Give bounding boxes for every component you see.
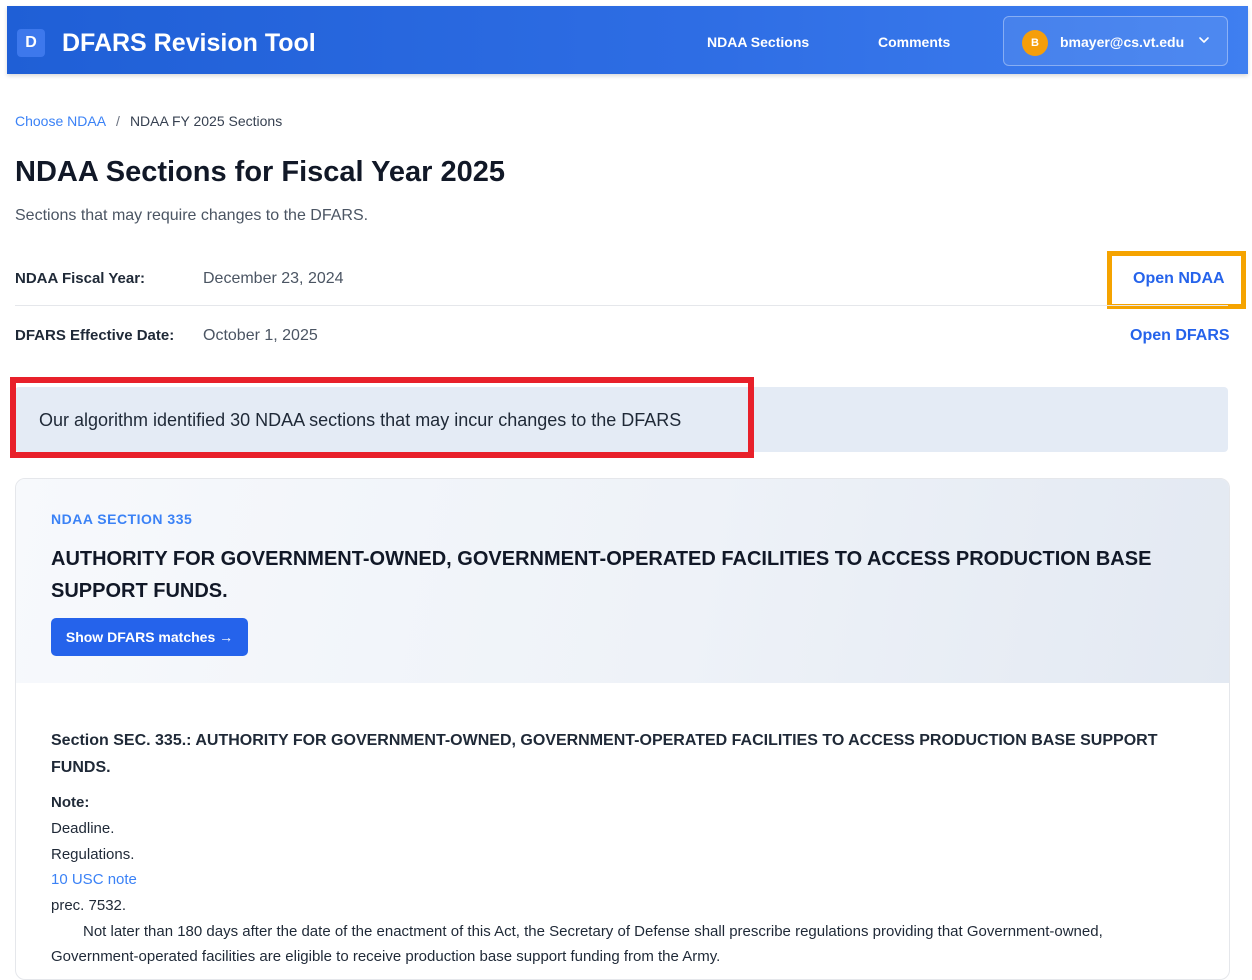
app-logo: D — [17, 29, 45, 57]
breadcrumb-current: NDAA FY 2025 Sections — [129, 113, 283, 129]
note-regulations: Regulations. — [51, 846, 135, 863]
breadcrumb: Choose NDAA / NDAA FY 2025 Sections — [15, 111, 282, 131]
effective-date-label: DFARS Effective Date: — [15, 327, 175, 344]
usc-note-link[interactable]: 10 USC note — [51, 870, 137, 890]
info-divider — [15, 305, 1228, 306]
open-ndaa-link[interactable]: Open NDAA — [1133, 268, 1225, 290]
nav-ndaa-sections[interactable]: NDAA Sections — [707, 32, 809, 52]
page-title: NDAA Sections for Fiscal Year 2025 — [15, 156, 505, 188]
avatar: B — [1022, 30, 1048, 56]
fiscal-year-label: NDAA Fiscal Year: — [15, 270, 146, 287]
chevron-down-icon — [1199, 37, 1209, 43]
fiscal-year-value: December 23, 2024 — [203, 270, 344, 287]
breadcrumb-separator: / — [116, 113, 120, 129]
show-dfars-matches-button[interactable]: Show DFARS matches → — [51, 618, 248, 656]
prec-text: prec. 7532. — [51, 897, 127, 914]
section-title: AUTHORITY FOR GOVERNMENT-OWNED, GOVERNME… — [51, 548, 1152, 602]
section-number: NDAA SECTION 335 — [51, 511, 193, 527]
open-dfars-link[interactable]: Open DFARS — [1130, 325, 1230, 347]
section-card-header: NDAA SECTION 335 AUTHORITY FOR GOVERNMEN… — [16, 479, 1229, 683]
top-navbar: D DFARS Revision Tool NDAA Sections Comm… — [7, 6, 1248, 74]
note-label: Note: — [51, 794, 90, 811]
breadcrumb-choose-ndaa[interactable]: Choose NDAA — [15, 113, 106, 129]
user-email: bmayer@cs.vt.edu — [1060, 34, 1185, 50]
alert-highlight — [10, 377, 754, 458]
section-body-heading: Section SEC. 335.: AUTHORITY FOR GOVERNM… — [51, 732, 1158, 776]
effective-date-value: October 1, 2025 — [203, 327, 318, 344]
page-subtitle: Sections that may require changes to the… — [15, 207, 369, 224]
note-deadline: Deadline. — [51, 820, 115, 837]
ndaa-section-card: NDAA SECTION 335 AUTHORITY FOR GOVERNMEN… — [15, 478, 1230, 980]
nav-comments[interactable]: Comments — [878, 32, 950, 52]
app-title[interactable]: DFARS Revision Tool — [62, 26, 316, 60]
user-menu-button[interactable]: B bmayer@cs.vt.edu — [1003, 16, 1228, 66]
